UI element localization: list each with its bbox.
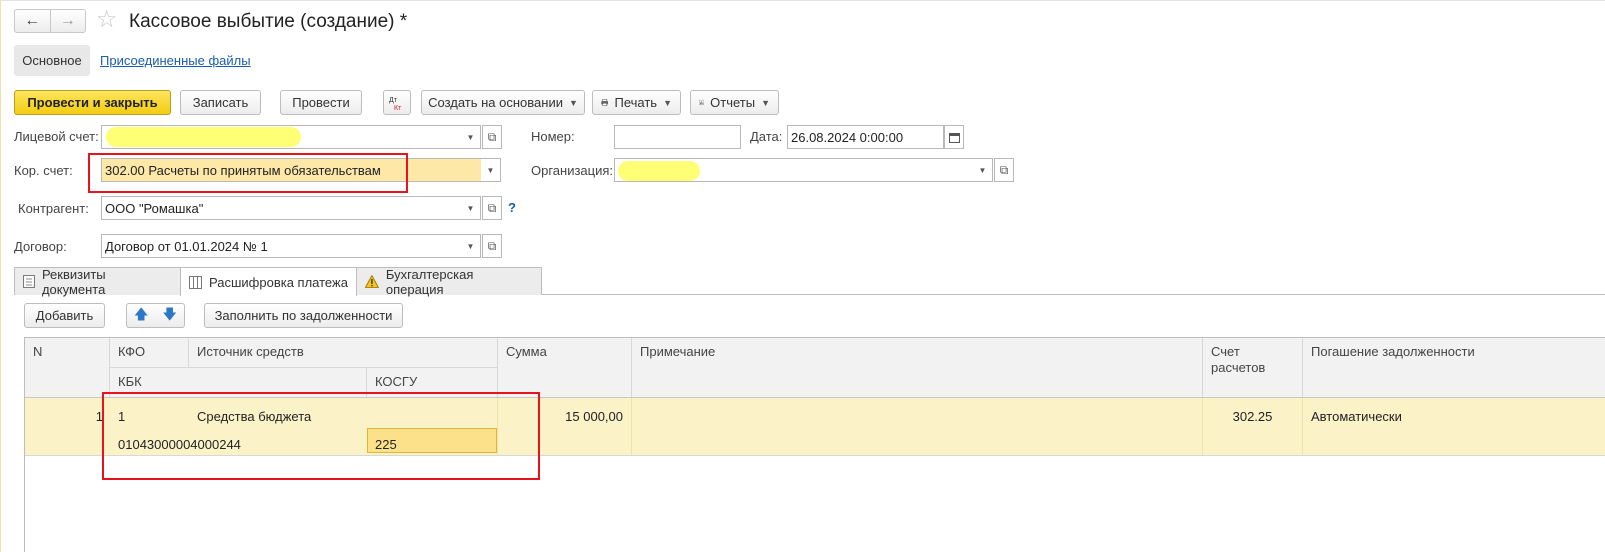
- printer-icon: [601, 99, 609, 106]
- svg-text:Кт: Кт: [394, 105, 402, 112]
- calendar-icon[interactable]: [944, 125, 964, 149]
- debit-credit-icon: Дт Кт: [389, 97, 402, 112]
- save-button[interactable]: Записать: [180, 90, 261, 115]
- grid-divider: [631, 338, 632, 397]
- grid-divider: [188, 338, 189, 368]
- move-buttons: 🡅 🡇: [126, 303, 185, 328]
- account-label: Лицевой счет:: [14, 129, 99, 144]
- post-button[interactable]: Провести: [280, 90, 362, 115]
- chevron-down-icon[interactable]: ▼: [481, 158, 501, 182]
- contract-field[interactable]: Договор от 01.01.2024 № 1: [101, 234, 462, 258]
- contractor-field[interactable]: ООО "Ромашка": [101, 196, 462, 220]
- header-sum[interactable]: Сумма: [498, 338, 631, 397]
- contract-label: Договор:: [14, 239, 67, 254]
- date-field[interactable]: 26.08.2024 0:00:00: [787, 125, 944, 149]
- cell-debt-repayment: Автоматически: [1311, 409, 1402, 424]
- contractor-label: Контрагент:: [18, 201, 89, 216]
- header-kfo[interactable]: КФО: [110, 338, 188, 367]
- open-link-icon[interactable]: ⧉: [482, 125, 502, 149]
- tab-label: Реквизиты документа: [41, 266, 106, 297]
- svg-text:Дт: Дт: [389, 97, 398, 104]
- back-arrow-icon[interactable]: ←: [15, 10, 50, 32]
- redaction-mark: [106, 127, 301, 147]
- annotation-highlight-box: [88, 153, 408, 193]
- report-chart-icon: [699, 99, 705, 106]
- add-button[interactable]: Добавить: [24, 303, 105, 328]
- left-border: [0, 0, 1, 552]
- tab-label: Расшифровка платежа: [209, 274, 348, 290]
- header-note[interactable]: Примечание: [632, 338, 1202, 397]
- top-border: [0, 0, 1605, 1]
- document-icon: [23, 275, 35, 288]
- cell-note: [632, 404, 648, 414]
- header-settlement-account[interactable]: Счет расчетов: [1203, 338, 1302, 397]
- contractor-value: ООО "Ромашка": [105, 200, 204, 216]
- grid-divider: [1302, 338, 1303, 397]
- open-link-icon[interactable]: ⧉: [994, 158, 1014, 182]
- chevron-down-icon[interactable]: ▼: [461, 196, 481, 220]
- favorite-star-icon[interactable]: ☆: [96, 6, 118, 34]
- open-link-icon[interactable]: ⧉: [482, 196, 502, 220]
- grid-divider: [1202, 338, 1203, 397]
- chevron-down-icon: ▼: [568, 97, 578, 108]
- cor-account-label: Кор. счет:: [14, 163, 73, 178]
- chevron-down-icon: ▼: [761, 97, 770, 108]
- reports-button[interactable]: Отчеты ▼: [690, 90, 779, 115]
- calendar-glyph: [948, 132, 960, 143]
- print-button[interactable]: Печать ▼: [592, 90, 681, 115]
- page-title: Кассовое выбытие (создание) *: [129, 11, 408, 32]
- reports-label: Отчеты: [710, 95, 756, 110]
- help-icon[interactable]: ?: [508, 200, 516, 215]
- date-label: Дата:: [750, 129, 783, 144]
- chevron-down-icon[interactable]: ▼: [461, 125, 481, 149]
- move-up-arrow-icon[interactable]: 🡅: [134, 304, 148, 328]
- tab-payment-breakdown[interactable]: Расшифровка платежа: [180, 267, 357, 296]
- chevron-down-icon: ▼: [663, 97, 672, 108]
- cell-n: 1: [95, 409, 103, 424]
- annotation-highlight-box: [102, 392, 540, 480]
- table-icon: [189, 275, 202, 289]
- post-and-close-button[interactable]: Провести и закрыть: [14, 90, 171, 115]
- header-debt-repayment[interactable]: Погашение задолженности: [1303, 338, 1605, 397]
- open-link-icon[interactable]: ⧉: [482, 234, 502, 258]
- header-source[interactable]: Источник средств: [189, 338, 497, 367]
- move-down-arrow-icon[interactable]: 🡇: [163, 304, 177, 328]
- create-based-on-label: Создать на основании: [428, 95, 563, 110]
- section-main[interactable]: Основное: [14, 45, 90, 76]
- tab-accounting-operation[interactable]: Бухгалтерская операция: [356, 266, 542, 297]
- tab-document-details[interactable]: Реквизиты документа: [14, 266, 181, 297]
- contract-value: Договор от 01.01.2024 № 1: [105, 238, 268, 254]
- header-n[interactable]: N: [25, 338, 109, 397]
- grid-divider: [109, 367, 498, 368]
- print-label: Печать: [614, 95, 658, 110]
- tab-label: Бухгалтерская операция: [385, 266, 474, 297]
- nav-buttons: ← →: [14, 9, 86, 33]
- chevron-down-icon[interactable]: ▼: [461, 234, 481, 258]
- warning-icon: [365, 275, 379, 288]
- organization-label: Организация:: [531, 163, 614, 178]
- chevron-down-icon[interactable]: ▼: [973, 158, 993, 182]
- forward-arrow-icon[interactable]: →: [49, 10, 86, 32]
- number-label: Номер:: [531, 129, 575, 144]
- debit-credit-button[interactable]: Дт Кт: [383, 90, 411, 115]
- date-value: 26.08.2024 0:00:00: [791, 129, 904, 145]
- create-based-on-button[interactable]: Создать на основании ▼: [421, 90, 585, 115]
- cell-settlement-account: 302.25: [1232, 409, 1273, 424]
- section-attached-files-link[interactable]: Присоединенные файлы: [100, 53, 251, 69]
- redaction-mark: [618, 161, 700, 181]
- fill-by-debt-button[interactable]: Заполнить по задолженности: [204, 303, 403, 328]
- number-field[interactable]: [614, 125, 741, 149]
